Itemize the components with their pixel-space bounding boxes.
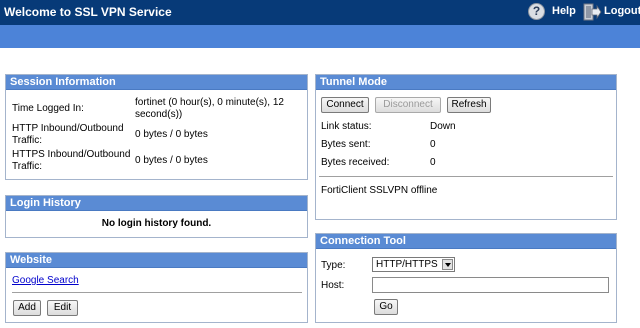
bytes-sent-value: 0 (430, 139, 436, 150)
connect-button[interactable]: Connect (321, 97, 369, 113)
bookmark-link-google-search[interactable]: Google Search (12, 275, 79, 286)
help-icon[interactable]: ? (528, 3, 545, 20)
time-logged-in-value: fortinet (0 hour(s), 0 minute(s), 12 sec… (135, 97, 284, 120)
bytes-received-label: Bytes received: (321, 157, 390, 168)
tunnel-divider (319, 176, 613, 177)
http-traffic-value: 0 bytes / 0 bytes (135, 129, 208, 140)
login-history-empty-text: No login history found. (101, 218, 212, 229)
website-divider (12, 292, 302, 293)
http-traffic-label: HTTP Inbound/Outbound Traffic: (12, 123, 124, 146)
chevron-down-icon[interactable] (442, 259, 453, 270)
connection-tool-title: Connection Tool (316, 234, 616, 249)
logout-icon[interactable] (582, 2, 602, 22)
link-status-label: Link status: (321, 121, 372, 132)
type-select-value: HTTP/HTTPS (376, 259, 438, 270)
edit-bookmark-button[interactable]: Edit (47, 300, 78, 316)
session-information-panel: Session Information Time Logged In: fort… (5, 74, 308, 180)
bytes-received-value: 0 (430, 157, 436, 168)
forticlient-status-text: FortiClient SSLVPN offline (321, 185, 438, 196)
login-history-title: Login History (6, 196, 307, 211)
app-title: Welcome to SSL VPN Service (4, 5, 172, 19)
https-traffic-label: HTTPS Inbound/Outbound Traffic: (12, 149, 131, 172)
top-bar: Welcome to SSL VPN Service ? Help Logout (0, 0, 640, 25)
time-logged-in-label: Time Logged In: (12, 103, 84, 114)
https-traffic-value: 0 bytes / 0 bytes (135, 155, 208, 166)
tunnel-mode-panel: Tunnel Mode Connect Disconnect Refresh L… (315, 74, 617, 220)
session-information-title: Session Information (6, 75, 307, 90)
website-title: Website (6, 253, 307, 268)
help-link[interactable]: Help (552, 5, 576, 17)
website-panel: Website Google Search Add Edit (5, 252, 308, 323)
bytes-sent-label: Bytes sent: (321, 139, 371, 150)
header-band (0, 25, 640, 48)
login-history-panel: Login History No login history found. (5, 195, 308, 238)
logout-link[interactable]: Logout (604, 5, 640, 17)
type-select[interactable]: HTTP/HTTPS (372, 257, 455, 272)
go-button[interactable]: Go (374, 299, 398, 315)
host-input[interactable] (372, 277, 609, 293)
type-label: Type: (321, 260, 346, 271)
connection-tool-panel: Connection Tool Type: HTTP/HTTPS Host: G… (315, 233, 617, 323)
link-status-value: Down (430, 121, 456, 132)
add-bookmark-button[interactable]: Add (13, 300, 41, 316)
refresh-button[interactable]: Refresh (447, 97, 491, 113)
host-label: Host: (321, 280, 345, 291)
disconnect-button[interactable]: Disconnect (375, 97, 441, 113)
tunnel-mode-title: Tunnel Mode (316, 75, 616, 90)
